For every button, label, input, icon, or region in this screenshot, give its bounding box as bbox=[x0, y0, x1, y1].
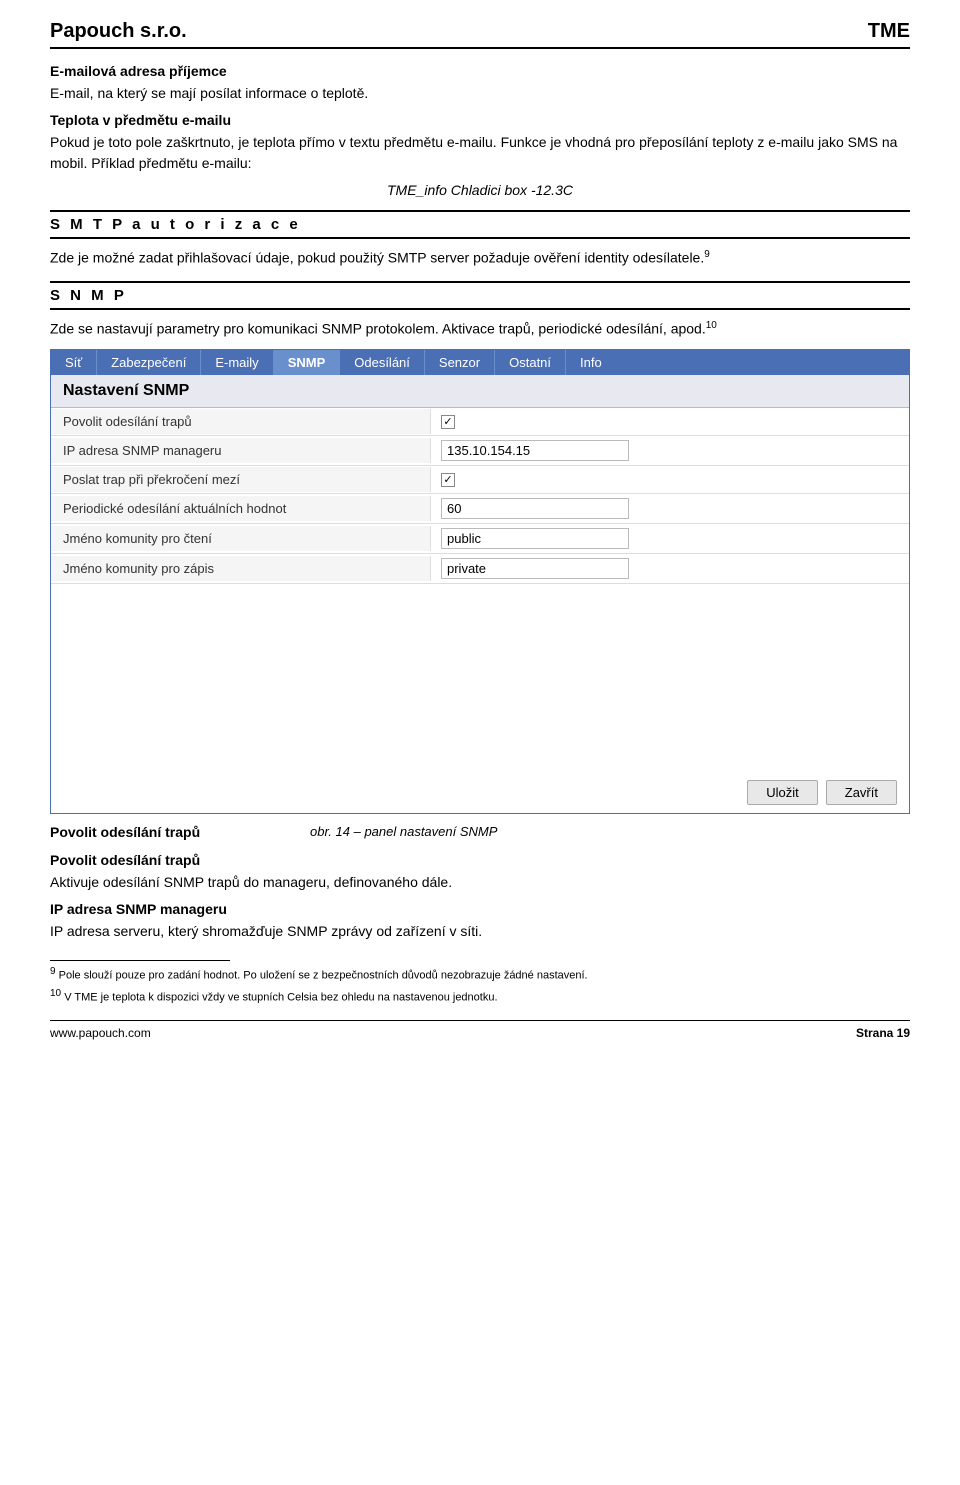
traps-section-text: Aktivuje odesílání SNMP trapů do manager… bbox=[50, 872, 910, 893]
smtp-text: Zde je možné zadat přihlašovací údaje, p… bbox=[50, 247, 910, 269]
checkbox-trap-limit[interactable]: ✓ bbox=[441, 473, 455, 487]
snmp-row-traps-enable: Povolit odesílání trapů ✓ bbox=[51, 408, 909, 436]
snmp-value-trap-limit: ✓ bbox=[431, 469, 909, 491]
snmp-label-trap-limit: Poslat trap při překročení mezí bbox=[51, 467, 431, 492]
tab-odesilani[interactable]: Odesílání bbox=[340, 350, 425, 375]
snmp-row-ip: IP adresa SNMP manageru bbox=[51, 436, 909, 466]
tab-sit[interactable]: Síť bbox=[51, 350, 97, 375]
snmp-panel: Síť Zabezpečení E-maily SNMP Odesílání S… bbox=[50, 349, 910, 814]
snmp-value-community-read bbox=[431, 524, 909, 553]
footnote-10: 10 V TME je teplota k dispozici vždy ve … bbox=[50, 987, 910, 1006]
snmp-footnote-ref: 10 bbox=[706, 320, 717, 331]
tab-snmp[interactable]: SNMP bbox=[274, 350, 341, 375]
snmp-panel-empty-space bbox=[51, 584, 909, 764]
footnote-9: 9 Pole slouží pouze pro zadání hodnot. P… bbox=[50, 965, 910, 984]
page: Papouch s.r.o. TME E-mailová adresa příj… bbox=[0, 0, 960, 1485]
ip-section-heading: IP adresa SNMP manageru bbox=[50, 901, 910, 917]
tab-senzor[interactable]: Senzor bbox=[425, 350, 495, 375]
snmp-heading: S N M P bbox=[50, 281, 910, 310]
snmp-row-community-write: Jméno komunity pro zápis bbox=[51, 554, 909, 584]
snmp-intro-text: Zde se nastavují parametry pro komunikac… bbox=[50, 318, 910, 340]
company-name: Papouch s.r.o. bbox=[50, 20, 187, 43]
tab-emaily[interactable]: E-maily bbox=[201, 350, 273, 375]
input-periodic[interactable] bbox=[441, 498, 629, 519]
snmp-label-traps-enable: Povolit odesílání trapů bbox=[51, 409, 431, 434]
snmp-value-community-write bbox=[431, 554, 909, 583]
footer: www.papouch.com Strana 19 bbox=[50, 1020, 910, 1040]
snmp-panel-body: Povolit odesílání trapů ✓ IP adresa SNMP… bbox=[51, 408, 909, 772]
footer-page: Strana 19 bbox=[856, 1026, 910, 1040]
fig-caption-row: Povolit odesílání trapů obr. 14 – panel … bbox=[50, 824, 910, 840]
fig-caption-section-label: Povolit odesílání trapů bbox=[50, 824, 250, 840]
save-button[interactable]: Uložit bbox=[747, 780, 818, 805]
snmp-value-periodic bbox=[431, 494, 909, 523]
email-address-heading: E-mailová adresa příjemce bbox=[50, 63, 910, 79]
snmp-label-ip: IP adresa SNMP manageru bbox=[51, 438, 431, 463]
snmp-label-community-read: Jméno komunity pro čtení bbox=[51, 526, 431, 551]
snmp-label-community-write: Jméno komunity pro zápis bbox=[51, 556, 431, 581]
close-button[interactable]: Zavřít bbox=[826, 780, 897, 805]
snmp-tabs: Síť Zabezpečení E-maily SNMP Odesílání S… bbox=[51, 350, 909, 375]
checkbox-traps-enable[interactable]: ✓ bbox=[441, 415, 455, 429]
footnote-line bbox=[50, 960, 230, 961]
tab-ostatni[interactable]: Ostatní bbox=[495, 350, 566, 375]
snmp-panel-title: Nastavení SNMP bbox=[51, 375, 909, 408]
smtp-heading: S M T P a u t o r i z a c e bbox=[50, 210, 910, 239]
snmp-value-ip bbox=[431, 436, 909, 465]
snmp-row-periodic: Periodické odesílání aktuálních hodnot bbox=[51, 494, 909, 524]
snmp-panel-footer: Uložit Zavřít bbox=[51, 772, 909, 813]
smtp-footnote-ref: 9 bbox=[704, 249, 710, 260]
tab-info[interactable]: Info bbox=[566, 350, 616, 375]
snmp-row-trap-limit: Poslat trap při překročení mezí ✓ bbox=[51, 466, 909, 494]
snmp-value-traps-enable: ✓ bbox=[431, 411, 909, 433]
input-community-read[interactable] bbox=[441, 528, 629, 549]
footer-url: www.papouch.com bbox=[50, 1026, 151, 1040]
snmp-row-community-read: Jméno komunity pro čtení bbox=[51, 524, 909, 554]
email-subject-example: TME_info Chladici box -12.3C bbox=[50, 182, 910, 198]
tab-zabezpeceni[interactable]: Zabezpečení bbox=[97, 350, 201, 375]
email-subject-heading: Teplota v předmětu e-mailu bbox=[50, 112, 910, 128]
fig-caption-text: obr. 14 – panel nastavení SNMP bbox=[310, 824, 497, 839]
ip-section-text: IP adresa serveru, který shromažďuje SNM… bbox=[50, 921, 910, 942]
snmp-label-periodic: Periodické odesílání aktuálních hodnot bbox=[51, 496, 431, 521]
input-community-write[interactable] bbox=[441, 558, 629, 579]
traps-section-heading: Povolit odesílání trapů bbox=[50, 852, 910, 868]
product-name: TME bbox=[868, 20, 910, 43]
header: Papouch s.r.o. TME bbox=[50, 20, 910, 49]
email-subject-text: Pokud je toto pole zaškrtnuto, je teplot… bbox=[50, 132, 910, 174]
input-ip[interactable] bbox=[441, 440, 629, 461]
email-address-text: E-mail, na který se mají posílat informa… bbox=[50, 83, 910, 104]
